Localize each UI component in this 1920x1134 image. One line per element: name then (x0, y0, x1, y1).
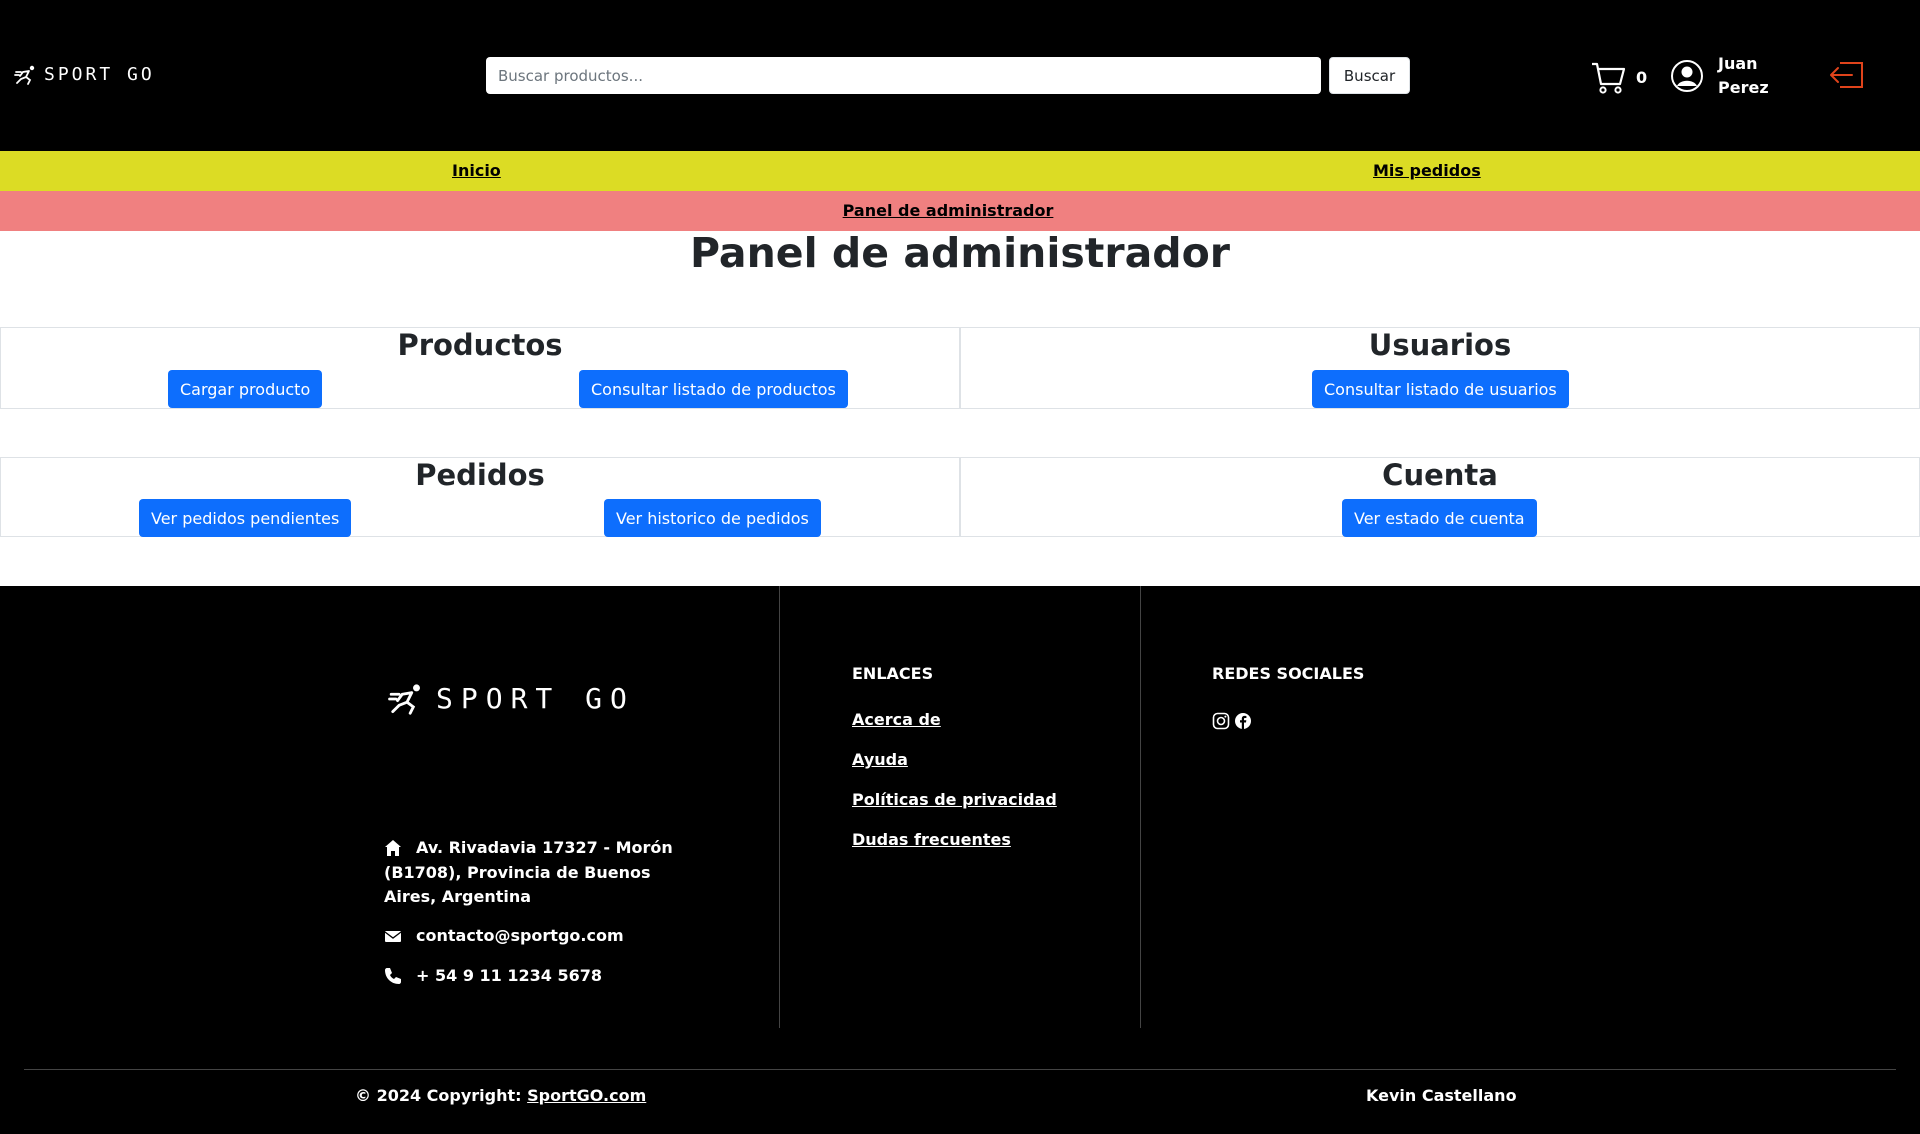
pending-orders-button[interactable]: Ver pedidos pendientes (139, 499, 352, 537)
footer-address: Av. Rivadavia 17327 - Morón (B1708), Pro… (384, 836, 704, 909)
card-productos: Productos Cargar producto Consultar list… (0, 327, 960, 409)
page-title: Panel de administrador (689, 229, 1231, 277)
footer-logo[interactable]: SPORT GO (388, 682, 635, 715)
user-icon (1671, 60, 1703, 92)
footer-divider (1140, 586, 1141, 1028)
links-heading: ENLACES (852, 664, 934, 683)
facebook-icon[interactable] (1234, 712, 1252, 730)
card-title: Productos (397, 328, 563, 362)
card-title: Pedidos (415, 458, 545, 492)
instagram-icon[interactable] (1212, 712, 1230, 730)
order-history-button[interactable]: Ver historico de pedidos (604, 499, 821, 537)
list-users-button[interactable]: Consultar listado de usuarios (1312, 370, 1569, 408)
cart-button[interactable]: 0 (1590, 58, 1647, 96)
main-nav: Inicio Mis pedidos (0, 151, 1920, 191)
copyright-text: © 2024 Copyright: (355, 1086, 522, 1105)
copyright-link[interactable]: SportGO.com (527, 1086, 646, 1105)
runner-icon (388, 683, 420, 715)
social-heading: REDES SOCIALES (1212, 664, 1365, 683)
admin-nav: Panel de administrador (0, 191, 1920, 231)
cart-icon (1592, 62, 1626, 94)
footer-link-privacy[interactable]: Políticas de privacidad (852, 790, 1057, 809)
author-credit: Kevin Castellano (1366, 1086, 1517, 1105)
top-header: SPORT GO Buscar 0 Juan Perez (0, 0, 1920, 151)
envelope-icon (384, 925, 406, 949)
copyright: © 2024 Copyright: SportGO.com (355, 1086, 646, 1105)
card-title: Usuarios (1368, 328, 1512, 362)
phone-text: + 54 9 11 1234 5678 (416, 966, 602, 985)
account-status-button[interactable]: Ver estado de cuenta (1342, 499, 1537, 537)
nav-link-admin-panel[interactable]: Panel de administrador (0, 201, 1896, 220)
list-products-button[interactable]: Consultar listado de productos (579, 370, 848, 408)
search-input[interactable] (486, 57, 1321, 94)
user-name: Juan Perez (1718, 54, 1769, 97)
card-pedidos: Pedidos Ver pedidos pendientes Ver histo… (0, 457, 960, 537)
social-links (1212, 712, 1252, 730)
footer: SPORT GO Av. Rivadavia 17327 - Morón (B1… (0, 586, 1920, 1134)
footer-link-help[interactable]: Ayuda (852, 750, 908, 769)
logo-text: SPORT GO (44, 64, 155, 85)
footer-link-faq[interactable]: Dudas frecuentes (852, 830, 1011, 849)
nav-link-mis-pedidos[interactable]: Mis pedidos (1373, 161, 1481, 180)
footer-logo-text: SPORT GO (436, 682, 635, 715)
runner-icon (14, 65, 35, 85)
card-usuarios: Usuarios Consultar listado de usuarios (960, 327, 1920, 409)
footer-bottom-divider (24, 1069, 1896, 1070)
home-icon (384, 837, 406, 861)
user-menu[interactable]: Juan Perez (1670, 52, 1778, 100)
phone-icon (384, 965, 406, 989)
logo[interactable]: SPORT GO (14, 64, 155, 85)
email-text: contacto@sportgo.com (416, 926, 624, 945)
footer-email: contacto@sportgo.com (384, 924, 704, 949)
card-cuenta: Cuenta Ver estado de cuenta (960, 457, 1920, 537)
logout-icon[interactable] (1828, 60, 1866, 90)
footer-divider (779, 586, 780, 1028)
load-product-button[interactable]: Cargar producto (168, 370, 323, 408)
cart-count: 0 (1636, 67, 1648, 87)
footer-phone: + 54 9 11 1234 5678 (384, 964, 704, 989)
card-title: Cuenta (1382, 458, 1498, 492)
address-text: Av. Rivadavia 17327 - Morón (B1708), Pro… (384, 838, 673, 906)
nav-link-inicio[interactable]: Inicio (452, 161, 501, 180)
search-button[interactable]: Buscar (1329, 57, 1410, 94)
footer-link-about[interactable]: Acerca de (852, 710, 941, 729)
